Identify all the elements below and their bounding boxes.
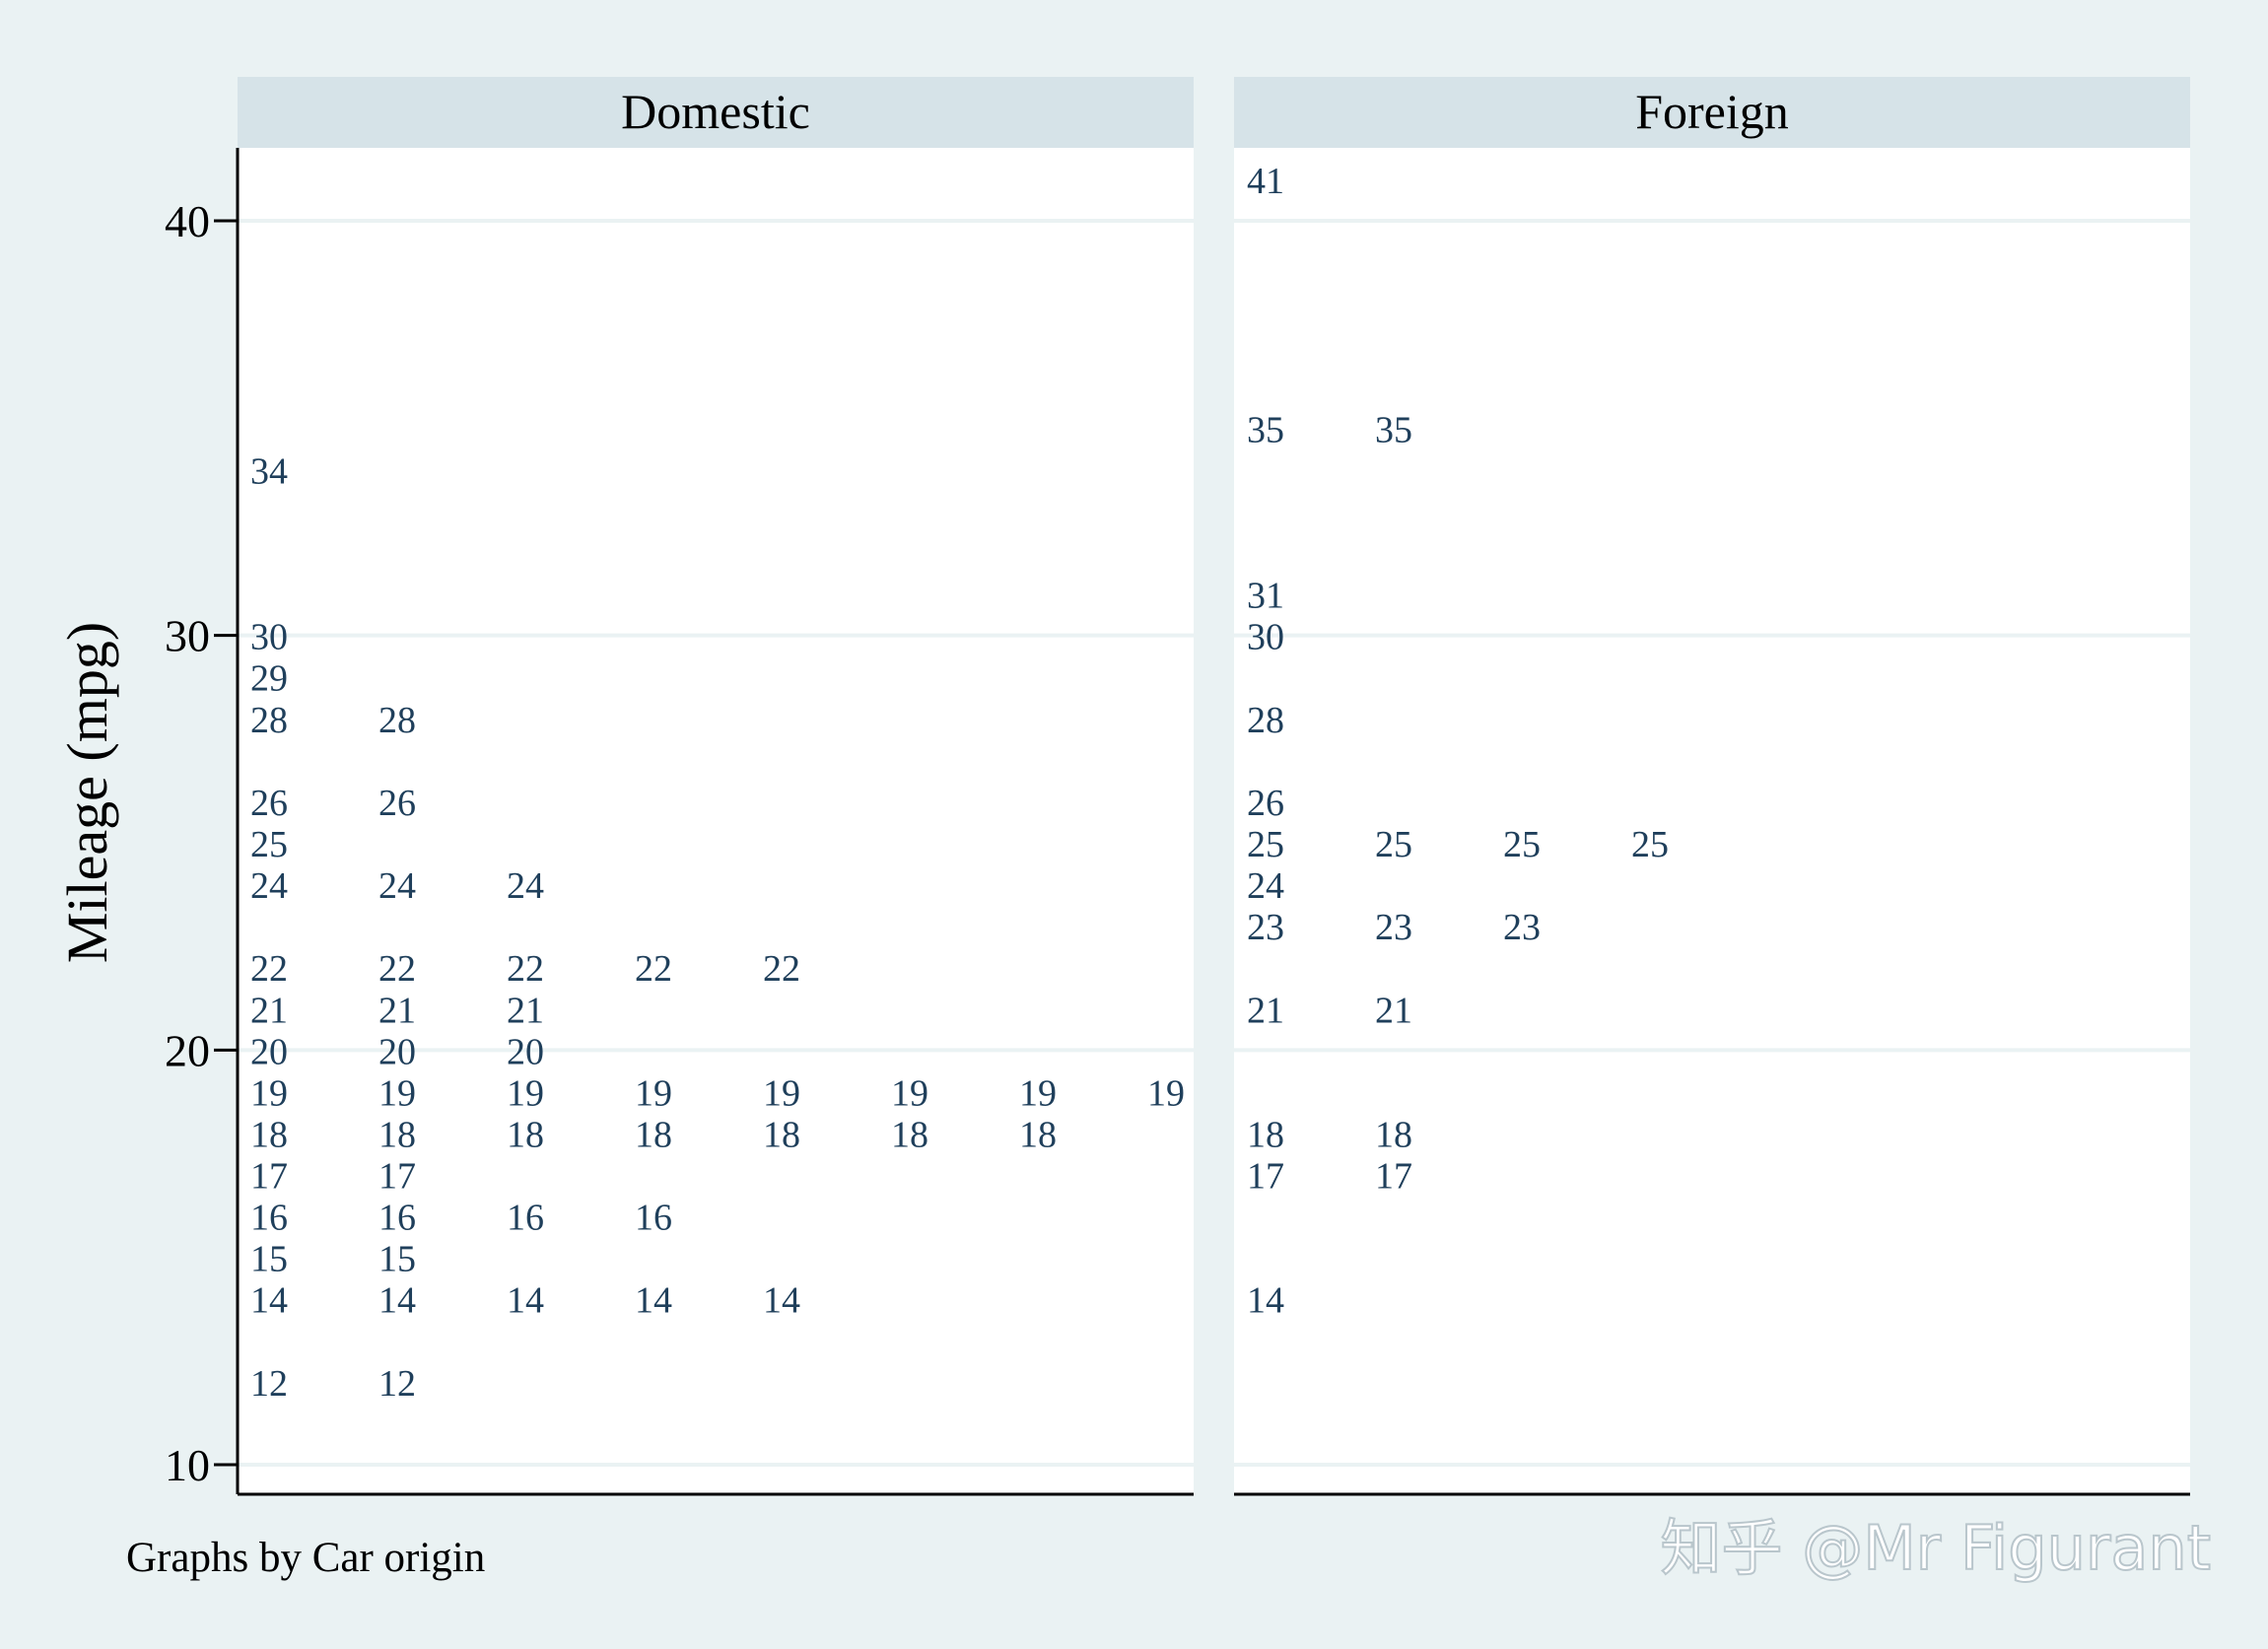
data-point-label: 19 (378, 1072, 416, 1114)
data-point-label: 18 (507, 1114, 544, 1155)
data-point-label: 23 (1375, 907, 1412, 948)
data-point-label: 18 (1247, 1114, 1284, 1155)
data-point-label: 31 (1247, 576, 1284, 617)
data-point-label: 18 (250, 1114, 288, 1155)
data-point-label: 16 (635, 1198, 672, 1239)
y-tick-label: 30 (165, 611, 210, 661)
data-point-label: 22 (250, 948, 288, 990)
data-point-label: 23 (1247, 907, 1284, 948)
data-point-label: 24 (378, 865, 416, 907)
data-point-label: 18 (891, 1114, 928, 1155)
data-point-label: 21 (507, 990, 544, 1031)
data-point-label: 28 (378, 700, 416, 741)
data-point-label: 22 (635, 948, 672, 990)
data-point-label: 18 (1019, 1114, 1057, 1155)
data-point-label: 34 (250, 450, 288, 492)
data-point-label: 17 (250, 1156, 288, 1198)
panel-domestic: Domestic34302928262524222120191817161514… (238, 77, 1194, 1496)
data-point-label: 20 (250, 1031, 288, 1072)
data-point-label: 29 (250, 658, 288, 700)
panel-strip-label: Foreign (1635, 84, 1789, 139)
data-point-label: 20 (507, 1031, 544, 1072)
y-tick-label: 20 (165, 1025, 210, 1075)
data-point-label: 14 (250, 1280, 288, 1322)
data-point-label: 26 (250, 783, 288, 824)
panel-strip-label: Domestic (621, 84, 810, 139)
data-point-label: 14 (507, 1280, 544, 1322)
data-point-label: 24 (1247, 865, 1284, 907)
data-point-label: 19 (1147, 1072, 1185, 1114)
data-point-label: 19 (1019, 1072, 1057, 1114)
data-point-label: 35 (1375, 409, 1412, 450)
data-point-label: 41 (1247, 161, 1284, 202)
data-point-label: 20 (378, 1031, 416, 1072)
data-point-label: 19 (891, 1072, 928, 1114)
data-point-label: 24 (250, 865, 288, 907)
data-point-label: 12 (378, 1363, 416, 1405)
data-point-label: 25 (1631, 824, 1669, 865)
data-point-label: 14 (378, 1280, 416, 1322)
panel-foreign: Foreign413531302826252423211817143525232… (1234, 77, 2190, 1496)
data-point-label: 26 (378, 783, 416, 824)
data-point-label: 18 (1375, 1114, 1412, 1155)
data-point-label: 12 (250, 1363, 288, 1405)
graph-note: Graphs by Car origin (126, 1535, 485, 1581)
y-tick-label: 10 (165, 1440, 210, 1490)
data-point-label: 24 (507, 865, 544, 907)
y-axis-label: Mileage (mpg) (55, 622, 119, 963)
data-point-label: 19 (763, 1072, 800, 1114)
data-point-label: 21 (378, 990, 416, 1031)
data-point-label: 23 (1503, 907, 1541, 948)
data-point-label: 15 (250, 1239, 288, 1280)
data-point-label: 25 (1247, 824, 1284, 865)
data-point-label: 26 (1247, 783, 1284, 824)
data-point-label: 22 (507, 948, 544, 990)
data-point-label: 30 (250, 617, 288, 658)
data-point-label: 18 (378, 1114, 416, 1155)
data-point-label: 21 (1247, 990, 1284, 1031)
data-point-label: 14 (1247, 1280, 1284, 1322)
data-point-label: 25 (1375, 824, 1412, 865)
data-point-label: 22 (378, 948, 416, 990)
chart: Domestic34302928262524222120191817161514… (0, 0, 2268, 1649)
data-point-label: 25 (250, 824, 288, 865)
data-point-label: 19 (635, 1072, 672, 1114)
data-point-label: 35 (1247, 409, 1284, 450)
data-point-label: 14 (635, 1280, 672, 1322)
data-point-label: 22 (763, 948, 800, 990)
watermark: 知乎 @Mr Figurant (1660, 1512, 2211, 1584)
plot-area (1234, 148, 2190, 1494)
data-point-label: 16 (507, 1198, 544, 1239)
data-point-label: 18 (763, 1114, 800, 1155)
data-point-label: 21 (250, 990, 288, 1031)
data-point-label: 28 (250, 700, 288, 741)
data-point-label: 18 (635, 1114, 672, 1155)
data-point-label: 16 (250, 1198, 288, 1239)
data-point-label: 25 (1503, 824, 1541, 865)
data-point-label: 30 (1247, 617, 1284, 658)
data-point-label: 21 (1375, 990, 1412, 1031)
data-point-label: 17 (378, 1156, 416, 1198)
data-point-label: 19 (250, 1072, 288, 1114)
data-point-label: 15 (378, 1239, 416, 1280)
data-point-label: 16 (378, 1198, 416, 1239)
data-point-label: 19 (507, 1072, 544, 1114)
y-tick-label: 40 (165, 196, 210, 246)
data-point-label: 17 (1375, 1156, 1412, 1198)
data-point-label: 28 (1247, 700, 1284, 741)
data-point-label: 17 (1247, 1156, 1284, 1198)
data-point-label: 14 (763, 1280, 800, 1322)
